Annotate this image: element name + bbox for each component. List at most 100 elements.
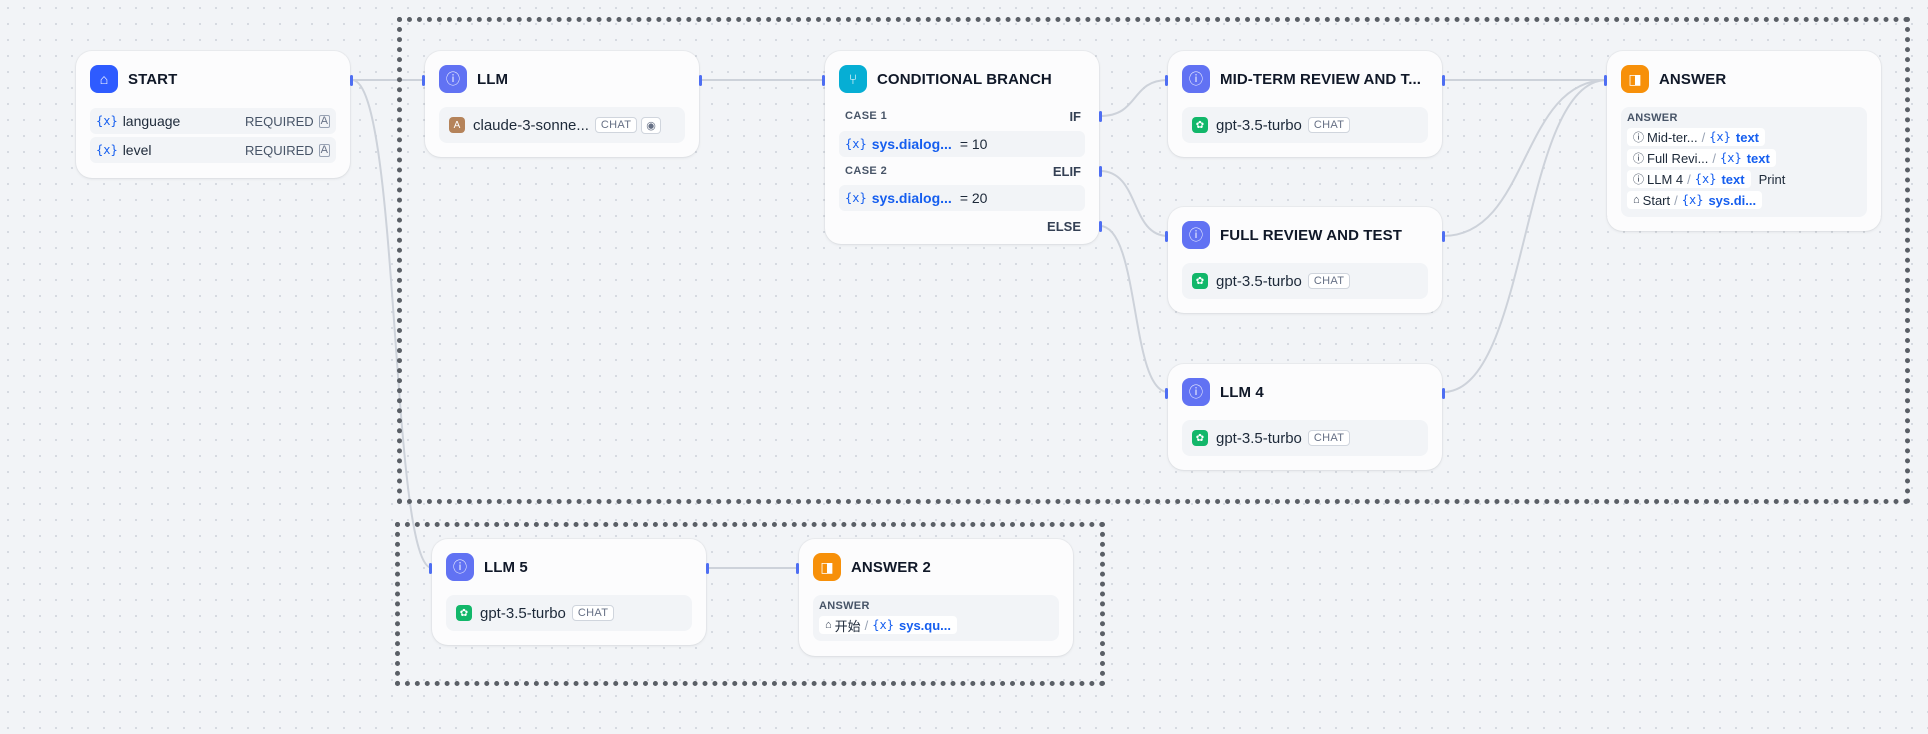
variable-icon: {x} xyxy=(1681,193,1704,207)
branch-node-title: CONDITIONAL BRANCH xyxy=(877,70,1052,88)
full-review-node-title: FULL REVIEW AND TEST xyxy=(1220,226,1402,244)
start-var-name: level xyxy=(122,142,152,158)
ref-var-name: text xyxy=(1746,150,1770,166)
else-label: ELSE xyxy=(1047,219,1081,234)
llm5-node-title: LLM 5 xyxy=(484,558,528,576)
midterm-output-handle[interactable] xyxy=(1442,75,1445,86)
answer2-node[interactable]: ◨ ANSWER 2 ANSWER ⌂ 开始 / {x} sys.qu... xyxy=(796,539,1073,656)
answer-icon: ◨ xyxy=(813,553,841,581)
branch-input-handle[interactable] xyxy=(822,75,825,86)
model-selector[interactable]: ✿ gpt-3.5-turbo CHAT xyxy=(1182,107,1428,143)
llm4-output-handle[interactable] xyxy=(1442,388,1445,399)
ref-var-name: sys.qu... xyxy=(898,617,952,633)
answer-label: ANSWER xyxy=(1627,112,1678,124)
else-output-handle[interactable] xyxy=(1099,221,1102,232)
midterm-input-handle[interactable] xyxy=(1165,75,1168,86)
model-selector[interactable]: ✿ gpt-3.5-turbo CHAT xyxy=(1182,263,1428,299)
answer2-input-handle[interactable] xyxy=(796,563,799,574)
answer-node-title: ANSWER xyxy=(1659,70,1727,88)
answer-ref-line: ⓘ Full Revi... / {x} text xyxy=(1627,149,1776,167)
condition-value: = 20 xyxy=(959,190,988,206)
model-name: gpt-3.5-turbo xyxy=(480,604,566,622)
ref-node-name: Full Revi... xyxy=(1647,150,1709,166)
variable-icon: {x} xyxy=(1709,130,1731,144)
llm-icon: ⓘ xyxy=(1182,221,1210,249)
start-output-handle[interactable] xyxy=(350,75,353,86)
ref-var-name: text xyxy=(1735,129,1760,145)
variable-icon: {x} xyxy=(96,143,118,157)
model-selector[interactable]: A claude-3-sonne... CHAT ◉ xyxy=(439,107,685,143)
ref-var-name: text xyxy=(1721,171,1745,187)
conditional-branch-node[interactable]: ⑂ CONDITIONAL BRANCH CASE 1 IF {x} sys.d… xyxy=(822,51,1102,244)
llm5-input-handle[interactable] xyxy=(429,563,432,574)
model-selector[interactable]: ✿ gpt-3.5-turbo CHAT xyxy=(1182,420,1428,456)
llm5-output-handle[interactable] xyxy=(706,563,709,574)
llm-icon: ⓘ xyxy=(1633,132,1644,144)
chat-badge: CHAT xyxy=(1307,117,1351,133)
llm5-node[interactable]: ⓘ LLM 5 ✿ gpt-3.5-turbo CHAT xyxy=(429,539,709,645)
condition-variable: sys.dialog... xyxy=(871,190,952,206)
answer-content[interactable]: ANSWER ⓘ Mid-ter... / {x} text ⓘ Full Re… xyxy=(1621,107,1867,217)
answer-ref-line: ⓘ Mid-ter... / {x} text xyxy=(1627,128,1766,146)
llm-output-handle[interactable] xyxy=(699,75,702,86)
llm-input-handle[interactable] xyxy=(422,75,425,86)
chat-badge: CHAT xyxy=(594,117,638,133)
answer2-content[interactable]: ANSWER ⌂ 开始 / {x} sys.qu... xyxy=(813,595,1059,641)
full-review-node[interactable]: ⓘ FULL REVIEW AND TEST ✿ gpt-3.5-turbo C… xyxy=(1165,207,1445,313)
answer2-node-title: ANSWER 2 xyxy=(851,558,931,576)
openai-icon: ✿ xyxy=(1192,430,1208,446)
model-name: claude-3-sonne... xyxy=(473,116,589,134)
full-output-handle[interactable] xyxy=(1442,231,1445,242)
case-2-condition[interactable]: {x} sys.dialog... = 20 xyxy=(839,185,1085,211)
midterm-node-title: MID-TERM REVIEW AND T... xyxy=(1220,70,1422,88)
openai-icon: ✿ xyxy=(456,605,472,621)
model-name: gpt-3.5-turbo xyxy=(1216,272,1302,290)
condition-variable: sys.dialog... xyxy=(871,136,952,152)
chat-badge: CHAT xyxy=(571,605,615,621)
start-var-level[interactable]: {x} level REQUIRED A xyxy=(90,137,336,163)
midterm-node[interactable]: ⓘ MID-TERM REVIEW AND T... ✿ gpt-3.5-tur… xyxy=(1165,51,1445,157)
start-node[interactable]: ⌂ START {x} language REQUIRED A {x} leve… xyxy=(76,51,353,178)
llm-icon: ⓘ xyxy=(446,553,474,581)
model-name: gpt-3.5-turbo xyxy=(1216,116,1302,134)
llm4-input-handle[interactable] xyxy=(1165,388,1168,399)
openai-icon: ✿ xyxy=(1192,117,1208,133)
answer-label: ANSWER xyxy=(819,600,870,612)
model-name: gpt-3.5-turbo xyxy=(1216,429,1302,447)
answer-ref-line: ⌂ Start / {x} sys.di... xyxy=(1627,191,1763,209)
openai-icon: ✿ xyxy=(1192,273,1208,289)
llm-icon: ⓘ xyxy=(1633,174,1644,186)
anthropic-icon: A xyxy=(449,117,465,133)
model-selector[interactable]: ✿ gpt-3.5-turbo CHAT xyxy=(446,595,692,631)
case-1-label: CASE 1 xyxy=(845,110,888,122)
condition-value: = 10 xyxy=(959,136,988,152)
required-label: REQUIRED xyxy=(245,142,314,158)
ref-node-name: 开始 xyxy=(834,618,861,634)
start-var-language[interactable]: {x} language REQUIRED A xyxy=(90,108,336,134)
start-node-title: START xyxy=(128,70,178,88)
variable-icon: {x} xyxy=(845,191,867,205)
llm-icon: ⓘ xyxy=(439,65,467,93)
full-input-handle[interactable] xyxy=(1165,231,1168,242)
ref-var-name: sys.di... xyxy=(1708,192,1757,208)
llm-node-title: LLM xyxy=(477,70,509,88)
vision-icon: ◉ xyxy=(641,116,661,134)
llm-node[interactable]: ⓘ LLM A claude-3-sonne... CHAT ◉ xyxy=(422,51,702,157)
required-label: REQUIRED xyxy=(245,113,314,129)
if-output-handle[interactable] xyxy=(1099,111,1102,122)
llm-icon: ⓘ xyxy=(1633,153,1644,165)
answer-input-handle[interactable] xyxy=(1604,75,1607,86)
llm4-node[interactable]: ⓘ LLM 4 ✿ gpt-3.5-turbo CHAT xyxy=(1165,364,1445,470)
start-var-name: language xyxy=(122,113,181,129)
text-type-icon: A xyxy=(318,143,330,157)
elif-output-handle[interactable] xyxy=(1099,166,1102,177)
elif-label: ELIF xyxy=(1052,164,1081,179)
variable-icon: {x} xyxy=(845,137,867,151)
variable-icon: {x} xyxy=(1720,151,1742,165)
case-1-condition[interactable]: {x} sys.dialog... = 10 xyxy=(839,131,1085,157)
answer-ref-line: ⓘ LLM 4 / {x} text Print xyxy=(1627,170,1785,188)
home-icon: ⌂ xyxy=(1633,194,1640,206)
answer-node[interactable]: ◨ ANSWER ANSWER ⓘ Mid-ter... / {x} text … xyxy=(1604,51,1881,231)
branch-icon: ⑂ xyxy=(839,65,867,93)
llm-icon: ⓘ xyxy=(1182,378,1210,406)
